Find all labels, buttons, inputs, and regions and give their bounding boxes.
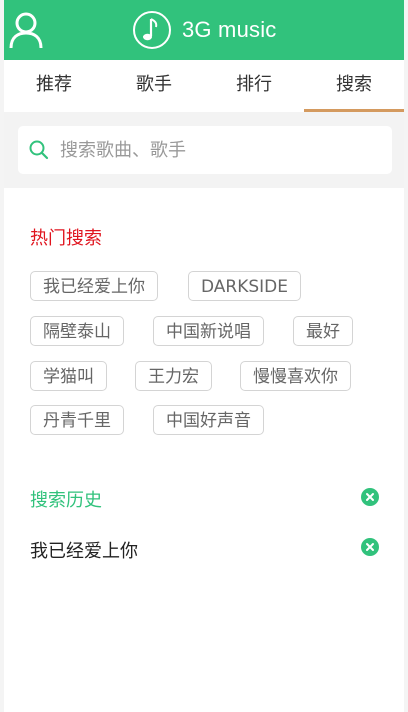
music-note-icon bbox=[133, 11, 171, 49]
hot-tag[interactable]: 慢慢喜欢你 bbox=[240, 361, 351, 391]
logo: 3G music bbox=[132, 10, 277, 50]
app-header: 3G music bbox=[4, 0, 404, 60]
app-container: 3G music 推荐 歌手 排行 搜索 热门搜索 我已经爱上你 DARKSID… bbox=[4, 0, 404, 712]
tab-singers[interactable]: 歌手 bbox=[104, 60, 204, 111]
delete-history-item-button[interactable] bbox=[361, 538, 379, 556]
hot-search-title: 热门搜索 bbox=[30, 228, 102, 249]
hot-tag[interactable]: 中国好声音 bbox=[153, 405, 264, 435]
tab-rankings[interactable]: 排行 bbox=[204, 60, 304, 111]
history-item[interactable]: 我已经爱上你 bbox=[30, 537, 138, 563]
close-circle-icon bbox=[366, 493, 374, 501]
hot-tag[interactable]: 王力宏 bbox=[135, 361, 212, 391]
hot-tag[interactable]: 最好 bbox=[293, 316, 353, 346]
hot-tag[interactable]: 学猫叫 bbox=[30, 361, 107, 391]
search-area bbox=[4, 112, 404, 188]
hot-tag[interactable]: 隔壁泰山 bbox=[30, 316, 124, 346]
nav-tabs: 推荐 歌手 排行 搜索 bbox=[4, 60, 404, 112]
user-icon[interactable] bbox=[8, 10, 44, 50]
tab-recommend[interactable]: 推荐 bbox=[4, 60, 104, 111]
hot-tag[interactable]: 丹青千里 bbox=[30, 405, 124, 435]
hot-tag[interactable]: 我已经爱上你 bbox=[30, 271, 158, 301]
hot-tag[interactable]: DARKSIDE bbox=[188, 271, 302, 301]
close-circle-icon bbox=[366, 543, 374, 551]
search-input[interactable] bbox=[58, 138, 382, 162]
hot-tag[interactable]: 中国新说唱 bbox=[153, 316, 264, 346]
tab-search[interactable]: 搜索 bbox=[304, 60, 404, 112]
search-box[interactable] bbox=[18, 126, 392, 174]
search-icon bbox=[29, 140, 49, 160]
brand-title: 3G music bbox=[182, 17, 277, 42]
history-title: 搜索历史 bbox=[30, 490, 102, 511]
clear-history-button[interactable] bbox=[361, 488, 379, 506]
